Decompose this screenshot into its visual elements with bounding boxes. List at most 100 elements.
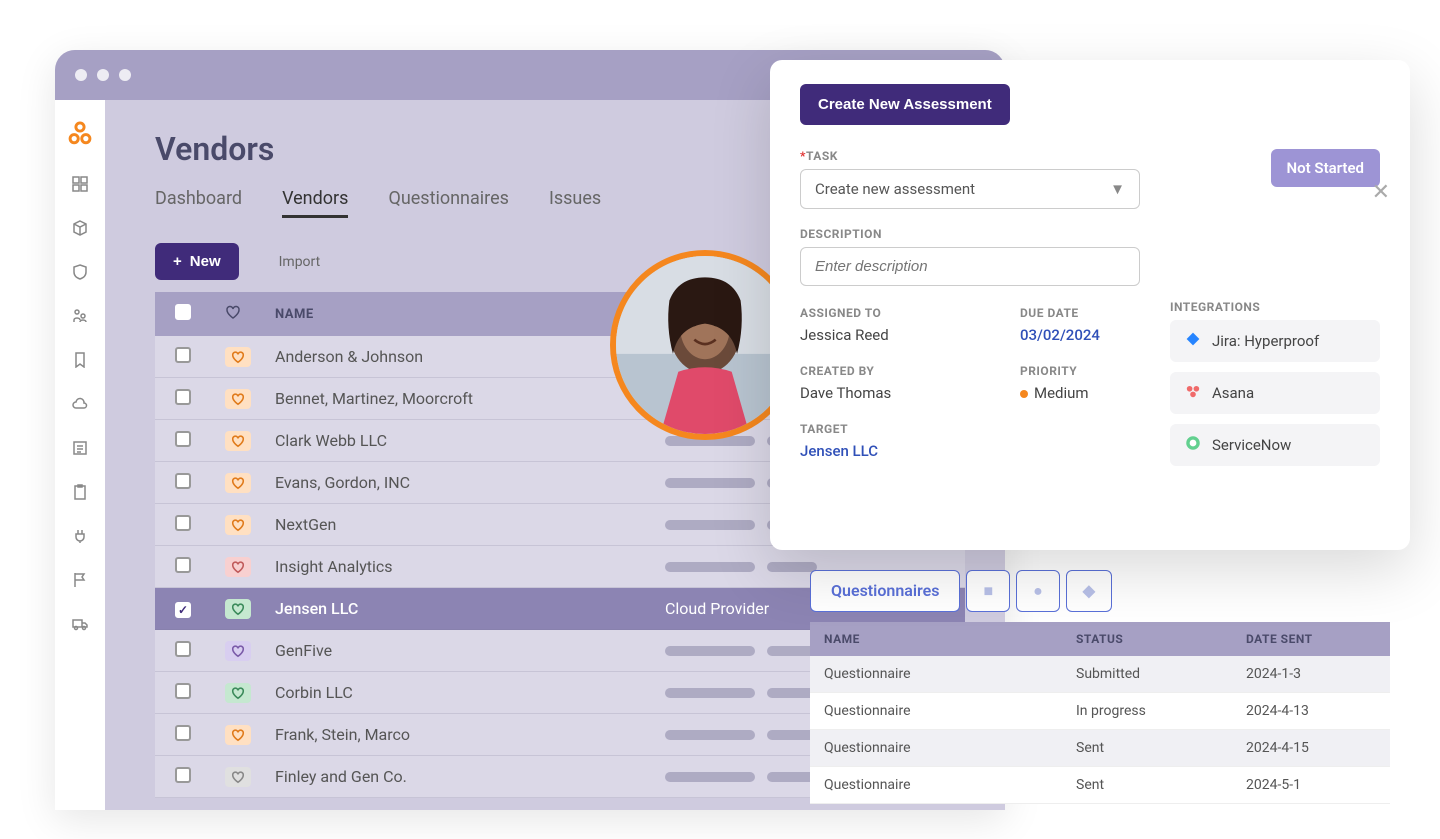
heart-badge-icon[interactable] — [225, 515, 251, 535]
nav-plug-icon[interactable] — [62, 518, 98, 554]
row-checkbox[interactable]: ✓ — [175, 602, 191, 618]
integrations-label: INTEGRATIONS — [1170, 300, 1380, 314]
row-checkbox[interactable] — [175, 389, 191, 405]
created-by-value: Dave Thomas — [800, 384, 1000, 402]
name-header: NAME — [275, 307, 665, 322]
heart-column-icon — [225, 304, 241, 320]
vendor-name: Bennet, Martinez, Moorcroft — [275, 389, 473, 408]
tab-shape-circle-icon[interactable]: ● — [1016, 570, 1060, 612]
row-checkbox[interactable] — [175, 473, 191, 489]
chevron-down-icon: ▼ — [1110, 180, 1125, 198]
nav-shield-icon[interactable] — [62, 254, 98, 290]
vendor-name: Clark Webb LLC — [275, 431, 387, 450]
tab-issues[interactable]: Issues — [549, 188, 601, 218]
vendor-name: Corbin LLC — [275, 683, 353, 702]
row-checkbox[interactable] — [175, 431, 191, 447]
q-date: 2024-1-3 — [1246, 666, 1376, 682]
new-button-label: New — [190, 253, 221, 270]
row-checkbox[interactable] — [175, 725, 191, 741]
vendor-name: Jensen LLC — [275, 599, 358, 618]
integration-item[interactable]: Jira: Hyperproof — [1170, 320, 1380, 362]
integration-icon — [1184, 330, 1202, 352]
questionnaires-tab[interactable]: Questionnaires — [810, 570, 960, 612]
heart-badge-icon[interactable] — [225, 431, 251, 451]
task-select[interactable]: Create new assessment ▼ — [800, 169, 1140, 209]
integration-name: Jira: Hyperproof — [1212, 332, 1319, 350]
new-button[interactable]: +New — [155, 243, 239, 280]
tab-questionnaires[interactable]: Questionnaires — [388, 188, 509, 218]
q-name: Questionnaire — [824, 666, 1076, 682]
q-date: 2024-4-15 — [1246, 740, 1376, 756]
q-date: 2024-4-13 — [1246, 703, 1376, 719]
vendor-name: NextGen — [275, 515, 336, 534]
questionnaire-row[interactable]: Questionnaire In progress 2024-4-13 — [810, 693, 1390, 730]
tab-shape-square-icon[interactable]: ■ — [966, 570, 1010, 612]
tab-shape-diamond-icon[interactable]: ◆ — [1066, 570, 1112, 612]
questionnaire-row[interactable]: Questionnaire Sent 2024-5-1 — [810, 767, 1390, 804]
select-all-checkbox[interactable] — [175, 304, 191, 320]
integration-icon — [1184, 382, 1202, 404]
task-label: *TASK — [800, 149, 1140, 163]
row-checkbox[interactable] — [175, 767, 191, 783]
heart-badge-icon[interactable] — [225, 767, 251, 787]
status-badge[interactable]: Not Started — [1271, 149, 1380, 187]
integration-item[interactable]: Asana — [1170, 372, 1380, 414]
questionnaire-row[interactable]: Questionnaire Sent 2024-4-15 — [810, 730, 1390, 767]
q-status: In progress — [1076, 703, 1246, 719]
vendor-name: GenFive — [275, 641, 332, 660]
nav-package-icon[interactable] — [62, 210, 98, 246]
integration-name: ServiceNow — [1212, 436, 1291, 454]
row-checkbox[interactable] — [175, 347, 191, 363]
nav-users-icon[interactable] — [62, 298, 98, 334]
nav-bookmark-icon[interactable] — [62, 342, 98, 378]
row-checkbox[interactable] — [175, 557, 191, 573]
assigned-to-value: Jessica Reed — [800, 326, 1000, 344]
app-logo-icon — [66, 120, 94, 148]
create-assessment-button[interactable]: Create New Assessment — [800, 84, 1010, 125]
tab-dashboard[interactable]: Dashboard — [155, 188, 242, 218]
integration-icon — [1184, 434, 1202, 456]
import-link[interactable]: Import — [279, 254, 321, 270]
close-icon[interactable]: ✕ — [1372, 180, 1390, 205]
target-label: TARGET — [800, 422, 1000, 436]
description-input[interactable] — [800, 247, 1140, 286]
sidebar — [55, 100, 105, 810]
due-date-value[interactable]: 03/02/2024 — [1020, 326, 1180, 344]
heart-badge-icon[interactable] — [225, 557, 251, 577]
q-name: Questionnaire — [824, 740, 1076, 756]
tab-vendors[interactable]: Vendors — [282, 188, 348, 218]
q-date-header: DATE SENT — [1246, 632, 1376, 646]
row-checkbox[interactable] — [175, 515, 191, 531]
heart-badge-icon[interactable] — [225, 389, 251, 409]
questionnaire-tabs: Questionnaires ■ ● ◆ — [810, 570, 1390, 612]
nav-cloud-icon[interactable] — [62, 386, 98, 422]
vendor-name: Insight Analytics — [275, 557, 393, 576]
heart-badge-icon[interactable] — [225, 641, 251, 661]
priority-dot-icon — [1020, 390, 1028, 398]
questionnaire-row[interactable]: Questionnaire Submitted 2024-1-3 — [810, 656, 1390, 693]
heart-badge-icon[interactable] — [225, 725, 251, 745]
target-value[interactable]: Jensen LLC — [800, 442, 1000, 460]
integration-item[interactable]: ServiceNow — [1170, 424, 1380, 466]
nav-truck-icon[interactable] — [62, 606, 98, 642]
row-checkbox[interactable] — [175, 641, 191, 657]
heart-badge-icon[interactable] — [225, 599, 251, 619]
assigned-to-label: ASSIGNED TO — [800, 306, 1000, 320]
window-dot — [75, 69, 87, 81]
window-dot — [119, 69, 131, 81]
questionnaire-table-header: NAME STATUS DATE SENT — [810, 622, 1390, 656]
heart-badge-icon[interactable] — [225, 683, 251, 703]
nav-dashboard-icon[interactable] — [62, 166, 98, 202]
row-checkbox[interactable] — [175, 683, 191, 699]
nav-flag-icon[interactable] — [62, 562, 98, 598]
q-name: Questionnaire — [824, 703, 1076, 719]
heart-badge-icon[interactable] — [225, 347, 251, 367]
nav-clipboard-icon[interactable] — [62, 474, 98, 510]
q-status-header: STATUS — [1076, 632, 1246, 646]
vendor-name: Anderson & Johnson — [275, 347, 423, 366]
heart-badge-icon[interactable] — [225, 473, 251, 493]
integrations-section: INTEGRATIONS Jira: Hyperproof Asana Servic… — [1170, 300, 1380, 476]
assessment-panel: Create New Assessment ✕ *TASK Create new… — [770, 60, 1410, 550]
nav-list-icon[interactable] — [62, 430, 98, 466]
q-date: 2024-5-1 — [1246, 777, 1376, 793]
